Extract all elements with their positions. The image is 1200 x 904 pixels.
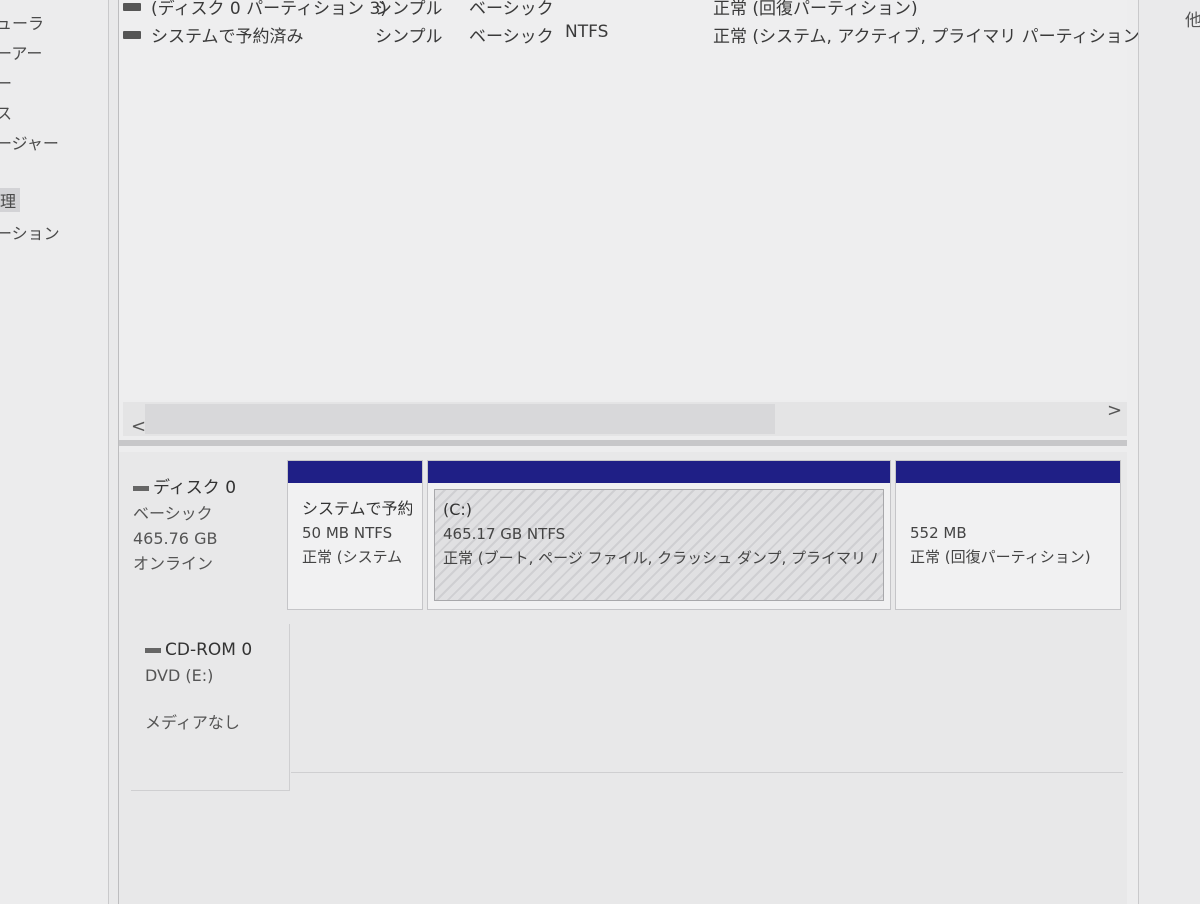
nav-item[interactable]: ーション xyxy=(0,220,60,244)
partition-header-bar xyxy=(428,461,890,483)
partition-header-bar xyxy=(288,461,422,483)
volume-fs: NTFS xyxy=(565,22,609,42)
volume-icon xyxy=(123,31,141,39)
cdrom-label[interactable]: CD-ROM 0 DVD (E:) メディアなし xyxy=(131,624,290,791)
disk-type: ベーシック xyxy=(133,504,213,523)
partition-name: (C:) xyxy=(443,500,473,519)
partition-system-reserved[interactable]: システムで予約 50 MB NTFS 正常 (システム xyxy=(287,460,423,610)
partition-name: システムで予約 xyxy=(302,499,412,518)
nav-item-disk-management[interactable]: 理 xyxy=(0,188,21,212)
nav-item[interactable]: ューラ xyxy=(0,10,44,34)
volume-name: (ディスク 0 パーティション 3) xyxy=(151,0,387,19)
disk-name: ディスク 0 xyxy=(153,478,237,498)
partition-size: 465.17 GB NTFS xyxy=(443,525,566,543)
disk-map: ディスク 0 ベーシック 465.76 GB オンライン システムで予約 50 … xyxy=(119,452,1127,904)
actions-more-label[interactable]: 他 xyxy=(1185,6,1200,31)
partition-c-drive[interactable]: (C:) 465.17 GB NTFS 正常 (ブート, ページ ファイル, ク… xyxy=(427,460,891,610)
partition-status: 正常 (ブート, ページ ファイル, クラッシュ ダンプ, プライマリ パ xyxy=(443,549,879,567)
nav-item[interactable]: ス xyxy=(0,100,12,124)
navigation-pane: ューラ ーアー ー ス ージャー 理 ーション xyxy=(0,0,109,904)
scrollbar-thumb[interactable] xyxy=(145,404,775,434)
disk-state: オンライン xyxy=(133,554,214,573)
disk-management-main: (ディスク 0 パーティション 3) シンプル ベーシック 正常 (回復パーティ… xyxy=(118,0,1146,904)
nav-item[interactable]: ージャー xyxy=(0,130,59,154)
disk-0-label[interactable]: ディスク 0 ベーシック 465.76 GB オンライン xyxy=(133,476,283,576)
pane-splitter[interactable] xyxy=(119,440,1127,446)
partition-size: 552 MB xyxy=(910,524,967,542)
cdrom-drive: DVD (E:) xyxy=(145,666,214,685)
cdrom-row: CD-ROM 0 DVD (E:) メディアなし xyxy=(119,624,1127,792)
cdrom-state: メディアなし xyxy=(145,713,240,732)
volume-name: システムで予約済み xyxy=(151,27,304,47)
horizontal-scrollbar[interactable]: < > xyxy=(123,400,1127,437)
volume-row[interactable]: システムで予約済み シンプル ベーシック NTFS 正常 (システム, アクティ… xyxy=(123,22,1146,48)
nav-item[interactable]: ーアー xyxy=(0,40,42,64)
cdrom-area[interactable] xyxy=(291,624,1123,773)
volume-type: ベーシック xyxy=(469,0,554,19)
disk-size: 465.76 GB xyxy=(133,529,218,548)
volume-type: ベーシック xyxy=(469,27,554,47)
scroll-right-icon[interactable]: > xyxy=(1107,400,1122,421)
disk-icon xyxy=(133,485,149,491)
nav-item[interactable]: ー xyxy=(0,70,12,94)
partition-status: 正常 (システム xyxy=(302,548,403,566)
volume-status: 正常 (システム, アクティブ, プライマリ パーティション) xyxy=(713,27,1147,47)
volume-list: (ディスク 0 パーティション 3) シンプル ベーシック 正常 (回復パーティ… xyxy=(119,0,1146,400)
scroll-left-icon[interactable]: < xyxy=(131,416,146,437)
partition-header-bar xyxy=(896,461,1120,483)
cdrom-icon xyxy=(145,647,161,653)
partition-size: 50 MB NTFS xyxy=(302,524,393,542)
volume-status: 正常 (回復パーティション) xyxy=(713,0,918,19)
volume-icon xyxy=(123,3,141,11)
actions-pane: 他 xyxy=(1138,0,1200,904)
volume-row[interactable]: (ディスク 0 パーティション 3) シンプル ベーシック 正常 (回復パーティ… xyxy=(123,0,1123,20)
volume-layout: シンプル xyxy=(375,0,443,19)
cdrom-name: CD-ROM 0 xyxy=(165,640,253,660)
partition-status: 正常 (回復パーティション) xyxy=(910,548,1091,566)
partition-recovery[interactable]: 552 MB 正常 (回復パーティション) xyxy=(895,460,1121,610)
volume-layout: シンプル xyxy=(375,27,443,47)
